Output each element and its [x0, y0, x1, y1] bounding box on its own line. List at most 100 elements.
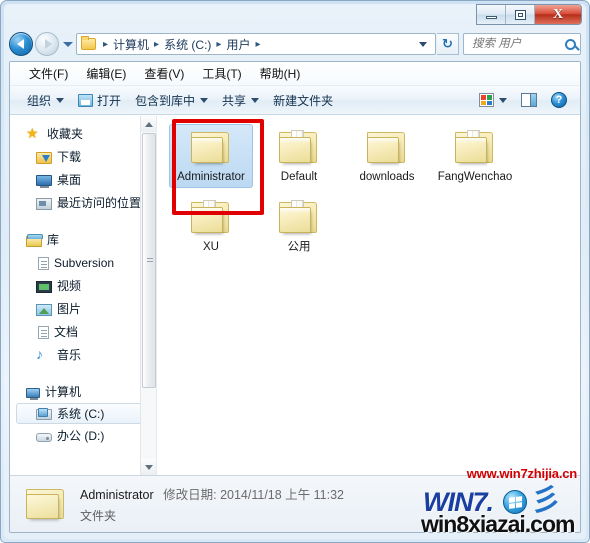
- sidebar-item-computer[interactable]: 计算机: [10, 380, 156, 403]
- sidebar-item-label: 音乐: [57, 348, 82, 362]
- sidebar-item-label: 收藏夹: [47, 127, 84, 141]
- drive-icon: [36, 432, 52, 442]
- system-drive-icon: [36, 408, 52, 420]
- breadcrumb-item-computer[interactable]: 计算机: [113, 36, 149, 53]
- explorer-window: X ▸ 计算机 ▸ 系统 (C:) ▸ 用户 ▸ ↻ 搜索 用户 文件(F) 编…: [0, 0, 590, 543]
- open-label: 打开: [97, 93, 122, 108]
- folder-icon: [365, 129, 409, 166]
- chevron-down-icon: [56, 97, 65, 103]
- breadcrumb-separator-icon[interactable]: ▸: [154, 39, 159, 50]
- search-input[interactable]: [470, 37, 562, 51]
- maximize-icon: [514, 9, 526, 20]
- file-item-default[interactable]: Default: [257, 124, 341, 188]
- breadcrumb-item-users[interactable]: 用户: [226, 36, 250, 53]
- sidebar-group-spacer: [10, 366, 156, 380]
- include-in-library-label: 包含到库中: [135, 93, 196, 108]
- sidebar-item-label: 图片: [57, 302, 82, 316]
- file-item-public[interactable]: 公用: [257, 194, 341, 258]
- watermark-logo: WIN7. 彡 win8xiazai.com: [421, 486, 581, 539]
- minimize-button[interactable]: [477, 5, 506, 24]
- window-controls: X: [476, 4, 582, 25]
- maximize-button[interactable]: [506, 5, 535, 24]
- search-icon: [565, 38, 576, 50]
- sidebar-item-system-c[interactable]: 系统 (C:): [16, 403, 150, 424]
- sidebar-item-recent-places[interactable]: 最近访问的位置: [10, 191, 156, 214]
- sidebar-group-spacer: [10, 214, 156, 228]
- close-button[interactable]: X: [535, 5, 581, 24]
- view-options-icon: [479, 93, 494, 107]
- minimize-icon: [485, 16, 497, 19]
- help-icon: ?: [551, 92, 567, 108]
- menu-item-help[interactable]: 帮助(H): [251, 63, 310, 84]
- triangle-up-icon: [145, 121, 153, 127]
- sidebar-item-subversion[interactable]: Subversion: [10, 251, 156, 274]
- new-folder-button[interactable]: 新建文件夹: [266, 89, 340, 112]
- back-button[interactable]: [9, 32, 33, 56]
- sidebar-scrollbar[interactable]: [140, 116, 156, 475]
- status-modified-date: 修改日期: 2014/11/18 上午 11:32: [163, 488, 345, 502]
- file-item-label: downloads: [359, 171, 415, 183]
- file-item-fangwenchao[interactable]: FangWenchao: [433, 124, 517, 188]
- file-item-xu[interactable]: XU: [169, 194, 253, 258]
- sidebar-item-label: 最近访问的位置: [57, 196, 142, 210]
- sidebar-item-videos[interactable]: 视频: [10, 274, 156, 297]
- menu-item-edit[interactable]: 编辑(E): [77, 63, 135, 84]
- menu-item-view[interactable]: 查看(V): [135, 63, 193, 84]
- sidebar-item-pictures[interactable]: 图片: [10, 297, 156, 320]
- sidebar-item-downloads[interactable]: 下载: [10, 145, 156, 168]
- status-details: Administrator 修改日期: 2014/11/18 上午 11:32 …: [80, 484, 344, 524]
- forward-button[interactable]: [35, 32, 59, 56]
- document-icon: [38, 325, 49, 339]
- status-item-name: Administrator: [80, 488, 154, 502]
- menu-item-file[interactable]: 文件(F): [20, 63, 77, 84]
- sidebar-item-music[interactable]: ♪ 音乐: [10, 343, 156, 366]
- sidebar-item-favorites[interactable]: ★ 收藏夹: [10, 122, 156, 145]
- organize-label: 组织: [27, 93, 52, 108]
- sidebar-item-documents[interactable]: 文档: [10, 320, 156, 343]
- file-item-downloads[interactable]: downloads: [345, 124, 429, 188]
- folder-icon: [453, 129, 497, 166]
- breadcrumb[interactable]: ▸ 计算机 ▸ 系统 (C:) ▸ 用户 ▸: [76, 33, 436, 55]
- file-list-pane[interactable]: Administrator Default downloads FangWenc…: [157, 116, 580, 475]
- client-area: 文件(F) 编辑(E) 查看(V) 工具(T) 帮助(H) 组织 打开 包含到库…: [9, 61, 581, 533]
- toolbar-right-group: ?: [472, 89, 574, 111]
- sidebar-item-office-d[interactable]: 办公 (D:): [10, 424, 156, 447]
- file-item-label: Default: [280, 171, 318, 183]
- folder-icon: [24, 485, 68, 523]
- menu-item-tools[interactable]: 工具(T): [193, 63, 250, 84]
- sidebar-item-label: 桌面: [57, 173, 82, 187]
- preview-pane-button[interactable]: [514, 90, 544, 110]
- breadcrumb-separator-icon[interactable]: ▸: [216, 39, 221, 50]
- scrollbar-thumb[interactable]: [142, 133, 156, 388]
- scroll-up-button[interactable]: [141, 116, 156, 132]
- breadcrumb-chevron-down-icon[interactable]: [419, 41, 427, 47]
- sidebar-item-libraries[interactable]: 库: [10, 228, 156, 251]
- sidebar-item-label: 下载: [57, 150, 82, 164]
- file-item-label: 公用: [287, 241, 311, 253]
- sidebar-item-label: 视频: [57, 279, 82, 293]
- breadcrumb-separator-icon[interactable]: ▸: [103, 39, 108, 50]
- status-line-primary: Administrator 修改日期: 2014/11/18 上午 11:32: [80, 484, 344, 503]
- sidebar-item-desktop[interactable]: 桌面: [10, 168, 156, 191]
- organize-button[interactable]: 组织: [20, 89, 71, 112]
- new-folder-label: 新建文件夹: [273, 93, 334, 108]
- recent-pages-chevron-down-icon[interactable]: [63, 41, 73, 47]
- change-view-button[interactable]: [472, 90, 514, 110]
- breadcrumb-item-system-c[interactable]: 系统 (C:): [164, 36, 211, 53]
- breadcrumb-separator-icon[interactable]: ▸: [255, 39, 260, 50]
- refresh-button[interactable]: ↻: [437, 33, 459, 55]
- search-box[interactable]: [463, 33, 581, 55]
- help-button[interactable]: ?: [544, 89, 574, 111]
- tool-bar: 组织 打开 包含到库中 共享 新建文件夹 ?: [10, 86, 580, 115]
- preview-pane-icon: [521, 93, 537, 107]
- file-item-administrator[interactable]: Administrator: [169, 124, 253, 188]
- sidebar-item-label: 计算机: [45, 385, 82, 399]
- watermark-url-bottom: win8xiazai.com: [421, 511, 575, 537]
- share-button[interactable]: 共享: [215, 89, 266, 112]
- video-icon: [36, 280, 52, 293]
- open-button[interactable]: 打开: [71, 89, 128, 112]
- scroll-down-button[interactable]: [141, 459, 156, 475]
- folder-icon: [277, 199, 321, 236]
- sidebar-item-label-documents: 文档: [54, 325, 79, 339]
- include-in-library-button[interactable]: 包含到库中: [128, 89, 215, 112]
